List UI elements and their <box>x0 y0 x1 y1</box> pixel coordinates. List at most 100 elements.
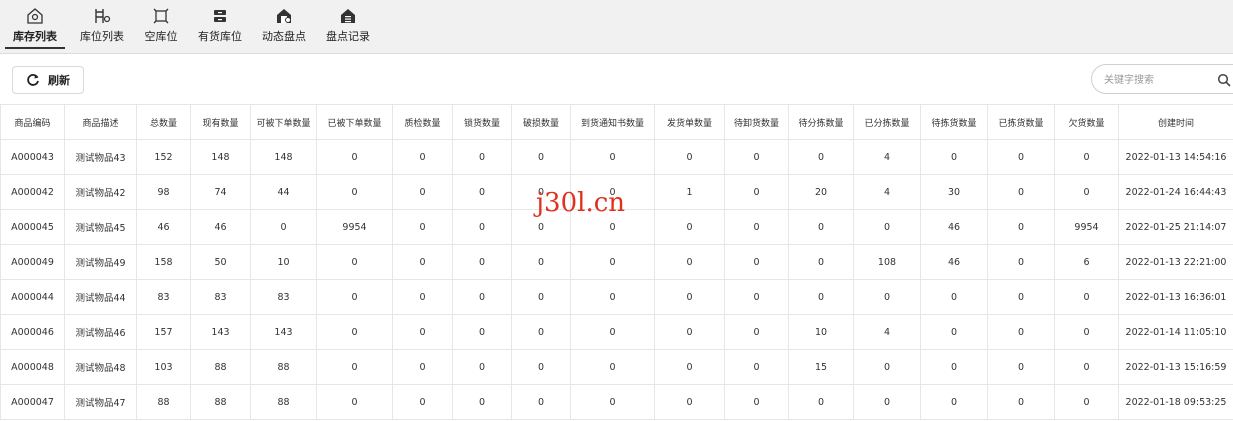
table-cell: 9954 <box>1054 209 1119 245</box>
table-cell: 0 <box>987 244 1055 280</box>
table-cell: 0 <box>570 314 655 350</box>
table-cell: 0 <box>654 244 725 280</box>
table-cell: 88 <box>190 384 251 420</box>
table-cell: 157 <box>136 314 191 350</box>
count-record-icon <box>341 9 355 23</box>
table-row[interactable]: A000046 测试物品46 157 143 143 0 0 0 0 0 0 0 10 4 0 0 0 2022-… <box>0 314 1233 350</box>
table-cell: 0 <box>511 384 571 420</box>
refresh-label: 刷新 <box>48 74 70 87</box>
table-cell: A000049 <box>0 244 65 280</box>
refresh-button[interactable]: 刷新 <box>12 66 84 94</box>
table-cell: 0 <box>1054 314 1119 350</box>
table-cell: 0 <box>724 139 789 175</box>
table-cell: 0 <box>452 384 512 420</box>
table-cell: 0 <box>511 244 571 280</box>
table-cell: 4 <box>853 139 921 175</box>
tab-label: 动态盘点 <box>262 30 306 43</box>
table-row[interactable]: A000047 测试物品47 88 88 88 0 0 0 0 0 0 0 0 0 0 0 0 2022-01-1… <box>0 384 1233 420</box>
table-row[interactable]: A000048 测试物品48 103 88 88 0 0 0 0 0 0 0 15 0 0 0 0 2022-01… <box>0 349 1233 385</box>
table-cell: 46 <box>136 209 191 245</box>
table-cell: 0 <box>452 174 512 210</box>
table-cell: 0 <box>452 209 512 245</box>
table-cell: 0 <box>316 384 393 420</box>
table-cell: 0 <box>654 209 725 245</box>
table-cell: 0 <box>316 139 393 175</box>
table-cell: 测试物品47 <box>64 384 137 420</box>
column-header: 欠货数量 <box>1054 104 1119 140</box>
table-cell: 0 <box>654 384 725 420</box>
table-cell: 143 <box>250 314 317 350</box>
table-cell: 98 <box>136 174 191 210</box>
search-box <box>1091 64 1233 94</box>
table-row[interactable]: A000043 测试物品43 152 148 148 0 0 0 0 0 0 0 0 4 0 0 0 2022-0… <box>0 139 1233 175</box>
column-header: 总数量 <box>136 104 191 140</box>
tab-stocked-location[interactable]: 有货库位 <box>194 0 246 53</box>
table-cell: 0 <box>724 209 789 245</box>
table-cell: 0 <box>452 314 512 350</box>
table-cell: A000045 <box>0 209 65 245</box>
column-header: 锁货数量 <box>452 104 512 140</box>
tab-label: 库位列表 <box>80 30 124 43</box>
table-cell: 2022-01-13 22:21:00 <box>1118 244 1233 280</box>
table-cell: 0 <box>724 279 789 315</box>
search-input[interactable] <box>1102 71 1206 89</box>
column-header: 创建时间 <box>1118 104 1233 140</box>
table-body: A000043 测试物品43 152 148 148 0 0 0 0 0 0 0 0 4 0 0 0 2022-0… <box>0 139 1233 420</box>
inventory-table: 商品编码 商品描述 总数量 现有数量 可被下单数量 已被下单数量 质检数量 锁货数量 破损数量到… <box>0 104 1233 420</box>
table-cell: 9954 <box>316 209 393 245</box>
table-cell: 2022-01-13 14:54:16 <box>1118 139 1233 175</box>
table-cell: 0 <box>511 314 571 350</box>
table-cell: 2022-01-18 09:53:25 <box>1118 384 1233 420</box>
table-cell: 2022-01-24 16:44:43 <box>1118 174 1233 210</box>
table-cell: 0 <box>853 349 921 385</box>
table-cell: 0 <box>392 174 453 210</box>
table-cell: 0 <box>724 244 789 280</box>
table-cell: 0 <box>570 244 655 280</box>
table-row[interactable]: A000044 测试物品44 83 83 83 0 0 0 0 0 0 0 0 0 0 0 0 2022-01-1… <box>0 279 1233 315</box>
search-icon[interactable] <box>1217 73 1231 87</box>
table-cell: A000042 <box>0 174 65 210</box>
table-cell: 0 <box>452 279 512 315</box>
tab-inventory-list[interactable]: 库存列表 <box>5 0 65 53</box>
table-cell: 2022-01-13 16:36:01 <box>1118 279 1233 315</box>
column-header: 发货单数量 <box>654 104 725 140</box>
table-cell: 0 <box>392 209 453 245</box>
table-cell: 0 <box>316 349 393 385</box>
table-cell: 20 <box>788 174 854 210</box>
table-cell: 0 <box>987 349 1055 385</box>
table-cell: 0 <box>987 314 1055 350</box>
table-cell: 0 <box>788 209 854 245</box>
table-cell: 0 <box>920 279 988 315</box>
tab-count-record[interactable]: 盘点记录 <box>322 0 374 53</box>
table-cell: 0 <box>570 139 655 175</box>
tab-location-list[interactable]: 库位列表 <box>76 0 128 53</box>
table-cell: 0 <box>570 384 655 420</box>
table-cell: 2022-01-13 15:16:59 <box>1118 349 1233 385</box>
table-cell: 152 <box>136 139 191 175</box>
table-cell: 测试物品48 <box>64 349 137 385</box>
table-cell: 0 <box>392 279 453 315</box>
table-cell: 88 <box>250 384 317 420</box>
table-cell: 2022-01-25 21:14:07 <box>1118 209 1233 245</box>
tab-label: 有货库位 <box>198 30 242 43</box>
table-cell: 83 <box>190 279 251 315</box>
table-cell: 0 <box>1054 174 1119 210</box>
table-cell: 测试物品49 <box>64 244 137 280</box>
table-cell: 0 <box>724 174 789 210</box>
table-cell: 6 <box>1054 244 1119 280</box>
tab-dynamic-count[interactable]: 动态盘点 <box>258 0 310 53</box>
table-cell: 测试物品43 <box>64 139 137 175</box>
table-cell: 10 <box>250 244 317 280</box>
table-cell: A000044 <box>0 279 65 315</box>
table-cell: 0 <box>724 349 789 385</box>
tab-label: 空库位 <box>144 30 178 43</box>
table-row[interactable]: A000049 测试物品49 158 50 10 0 0 0 0 0 0 0 0 108 46 0 6 2022-… <box>0 244 1233 280</box>
refresh-icon <box>27 74 39 86</box>
table-cell: 0 <box>853 384 921 420</box>
table-cell: A000043 <box>0 139 65 175</box>
table-cell: 46 <box>920 209 988 245</box>
table-cell: 0 <box>316 314 393 350</box>
tab-empty-location[interactable]: 空库位 <box>139 0 183 53</box>
table-cell: 83 <box>136 279 191 315</box>
table-cell: 10 <box>788 314 854 350</box>
